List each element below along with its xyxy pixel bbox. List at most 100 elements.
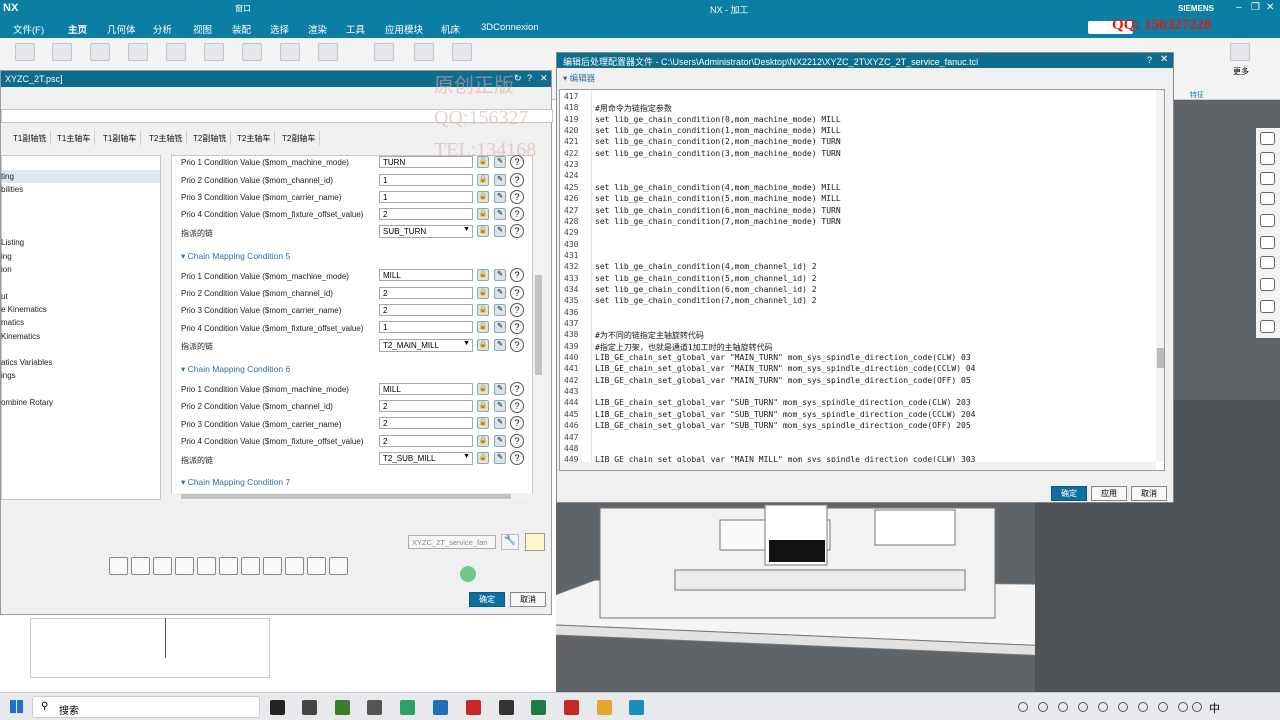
code-line[interactable]: LIB_GE_chain_set_global_var "MAIN_TURN" …: [595, 376, 971, 385]
window-menu[interactable]: 窗口: [235, 3, 251, 14]
cancel-button[interactable]: 取消: [1131, 486, 1167, 501]
code-line[interactable]: #用命令为链指定参数: [595, 103, 672, 114]
save-icon[interactable]: [241, 557, 260, 575]
resource-icon[interactable]: [1260, 152, 1275, 165]
ribbon-tool-icon[interactable]: [318, 43, 338, 61]
edit-icon[interactable]: ✎: [494, 287, 506, 299]
lock-icon[interactable]: 🔒: [477, 435, 489, 447]
code-line[interactable]: LIB_GE_chain_set_global_var "SUB_TURN" m…: [595, 410, 976, 419]
tray-icon[interactable]: [1158, 702, 1168, 712]
help-icon[interactable]: ?: [510, 416, 524, 430]
code-line[interactable]: LIB_GE_chain_set_global_var "SUB_TURN" m…: [595, 398, 971, 407]
tree-item[interactable]: e Kinematics: [1, 305, 47, 314]
condition-input[interactable]: MILL: [379, 383, 473, 395]
help-icon[interactable]: ?: [510, 224, 524, 238]
condition-input[interactable]: 2: [379, 304, 473, 316]
layout-icon[interactable]: [109, 557, 128, 575]
code-line[interactable]: set lib_ge_chain_condition(3,mom_machine…: [595, 149, 841, 158]
condition-input[interactable]: MILL: [379, 269, 473, 281]
code-editor[interactable]: 417 418 #用命令为链指定参数 419 set lib_ge_chain_cond…: [559, 89, 1165, 471]
resource-icon[interactable]: [1260, 172, 1275, 185]
tree-item[interactable]: Listing: [1, 238, 24, 247]
minimize-icon[interactable]: –: [1236, 2, 1242, 13]
nx-app-icon[interactable]: [564, 700, 579, 715]
tray-icon[interactable]: [1178, 702, 1188, 712]
menu-application[interactable]: 应用模块: [385, 22, 423, 36]
windows-start-icon[interactable]: [10, 700, 23, 713]
lock-icon[interactable]: 🔒: [477, 417, 489, 429]
app-icon[interactable]: [400, 700, 415, 715]
edit-icon[interactable]: ✎: [494, 191, 506, 203]
info-icon[interactable]: [197, 557, 216, 575]
code-line[interactable]: set lib_ge_chain_condition(7,mom_machine…: [595, 217, 841, 226]
code-line[interactable]: LIB_GE_chain_set_global_var "MAIN_TURN" …: [595, 353, 971, 362]
editor-vscroll[interactable]: [1156, 90, 1164, 462]
ribbon-tool-icon[interactable]: [52, 43, 72, 61]
chain-select[interactable]: SUB_TURN ▼: [379, 225, 473, 238]
tree-item[interactable]: ombine Rotary: [1, 398, 53, 407]
lock-icon[interactable]: 🔒: [477, 383, 489, 395]
edit-icon[interactable]: ✎: [494, 339, 506, 351]
condition-input[interactable]: 2: [379, 435, 473, 447]
menu-3dconnexion[interactable]: 3DConnexion: [481, 22, 539, 33]
tab-t2-main-turn[interactable]: T2主轴车: [233, 131, 276, 145]
close-window-icon[interactable]: ✕: [1266, 2, 1274, 13]
group-header[interactable]: ▾ Chain Mapping Condition 6: [181, 364, 290, 375]
lock-icon[interactable]: 🔒: [477, 400, 489, 412]
tray-icon[interactable]: [1118, 702, 1128, 712]
app-icon[interactable]: [367, 700, 382, 715]
tray-icon[interactable]: [1038, 702, 1048, 712]
tree-item[interactable]: atics Variables: [1, 358, 52, 367]
editor-section-header[interactable]: ▾ 编辑器: [559, 71, 1171, 85]
ribbon-tool-icon[interactable]: [128, 43, 148, 61]
scrollbar-thumb[interactable]: [535, 275, 542, 375]
tree-item[interactable]: ing: [1, 252, 12, 261]
tree-item[interactable]: ings: [1, 371, 16, 380]
editor-hscroll[interactable]: [560, 462, 1156, 470]
settings-icon[interactable]: [175, 557, 194, 575]
condition-input[interactable]: 2: [379, 400, 473, 412]
property-scrollbar[interactable]: [534, 155, 543, 487]
ribbon-tool-icon[interactable]: [414, 43, 434, 61]
save-all-icon[interactable]: [285, 557, 304, 575]
excel-icon[interactable]: [531, 700, 546, 715]
lock-icon[interactable]: 🔒: [477, 452, 489, 464]
tab-t1-sub-mill[interactable]: T1副轴铣: [9, 131, 52, 145]
help-icon[interactable]: ?: [510, 286, 524, 300]
cortana-icon[interactable]: [270, 700, 285, 715]
tree-item[interactable]: matics: [1, 318, 24, 327]
debug-icon[interactable]: [525, 533, 545, 551]
edit-icon[interactable]: ✎: [494, 400, 506, 412]
tab-t2-sub-turn[interactable]: T2副轴车: [278, 131, 321, 145]
tray-icon[interactable]: [1138, 702, 1148, 712]
code-line[interactable]: LIB_GE_chain_set_global_var "SUB_TURN" m…: [595, 421, 971, 430]
lock-icon[interactable]: 🔒: [477, 321, 489, 333]
help-icon[interactable]: ?: [510, 173, 524, 187]
edit-icon[interactable]: ✎: [494, 174, 506, 186]
condition-input[interactable]: 2: [379, 208, 473, 220]
tray-icon[interactable]: [1058, 702, 1068, 712]
lock-icon[interactable]: 🔒: [477, 287, 489, 299]
restore-icon[interactable]: ❐: [1251, 2, 1260, 13]
menu-geometry[interactable]: 几何体: [107, 22, 136, 36]
code-line[interactable]: set lib_ge_chain_condition(4,mom_machine…: [595, 183, 841, 192]
menu-assembly[interactable]: 装配: [232, 22, 251, 36]
tree-item[interactable]: bilities: [1, 185, 23, 194]
resource-icon[interactable]: [1260, 236, 1275, 249]
tab-t2-main-mill[interactable]: T2主轴铣: [145, 131, 188, 145]
ribbon-tool-icon[interactable]: [242, 43, 262, 61]
close-icon[interactable]: ✕: [540, 73, 548, 84]
menu-file[interactable]: 文件(F): [13, 22, 44, 36]
app-icon[interactable]: [499, 700, 514, 715]
help-icon[interactable]: ?: [510, 320, 524, 334]
help-icon[interactable]: ?: [510, 268, 524, 282]
ribbon-tool-icon[interactable]: [166, 43, 186, 61]
menu-analysis[interactable]: 分析: [153, 22, 172, 36]
help-icon[interactable]: ?: [510, 451, 524, 465]
resource-icon[interactable]: [1260, 132, 1275, 145]
wrench-icon[interactable]: 🔧: [501, 534, 519, 550]
ok-button[interactable]: 确定: [469, 592, 505, 607]
help-icon[interactable]: ?: [510, 303, 524, 317]
help-icon[interactable]: ?: [510, 399, 524, 413]
tray-icon[interactable]: [1078, 702, 1088, 712]
